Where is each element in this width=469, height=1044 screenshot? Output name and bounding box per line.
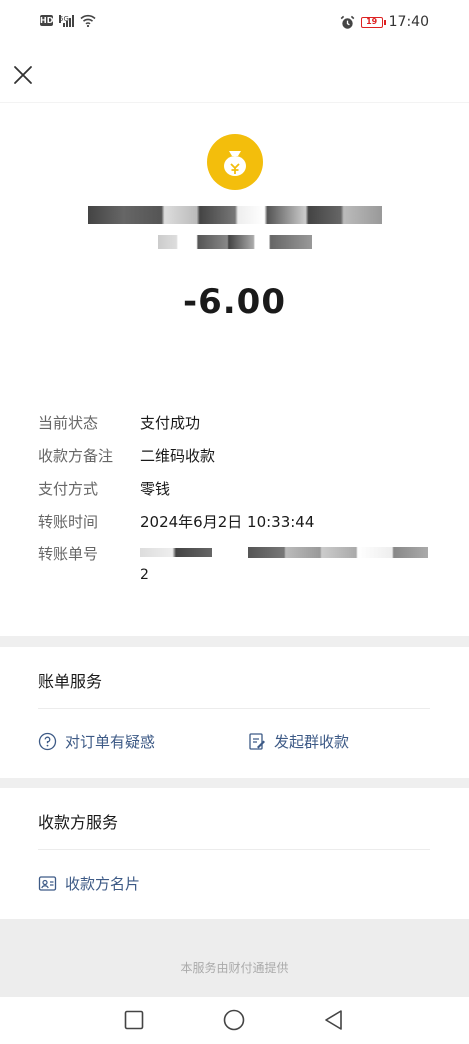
clock: 17:40 bbox=[388, 14, 429, 30]
document-edit-icon bbox=[249, 733, 265, 750]
payee-card-label: 收款方名片 bbox=[65, 875, 141, 893]
detail-label: 当前状态 bbox=[38, 414, 99, 432]
status-left: HD 5G bbox=[40, 14, 96, 27]
transaction-amount: -6.00 bbox=[183, 282, 286, 322]
payee-service-divider bbox=[38, 849, 430, 850]
status-right: 19 17:40 bbox=[340, 14, 429, 30]
order-question-link[interactable]: 对订单有疑惑 bbox=[38, 731, 155, 752]
detail-value: 支付成功 bbox=[140, 414, 201, 432]
question-icon bbox=[38, 732, 57, 751]
transfer-id-redacted-part1 bbox=[140, 548, 212, 557]
footer bbox=[0, 919, 469, 997]
back-icon[interactable] bbox=[323, 1009, 345, 1031]
money-bag-icon bbox=[224, 151, 246, 176]
battery-icon: 19 bbox=[360, 16, 386, 28]
detail-label: 转账时间 bbox=[38, 513, 99, 531]
hd-icon: HD bbox=[40, 15, 54, 26]
signal-icon: 5G bbox=[59, 14, 74, 27]
detail-label: 收款方备注 bbox=[38, 447, 114, 465]
payee-avatar[interactable] bbox=[207, 134, 263, 190]
detail-value: 2024年6月2日 10:33:44 bbox=[140, 513, 315, 531]
detail-value: 零钱 bbox=[140, 480, 171, 498]
recent-apps-icon[interactable] bbox=[124, 1010, 144, 1030]
payee-subtitle-redacted bbox=[158, 235, 312, 249]
detail-label: 支付方式 bbox=[38, 480, 99, 498]
section-gap bbox=[0, 778, 469, 788]
wifi-icon bbox=[80, 14, 96, 27]
header-divider bbox=[0, 102, 469, 103]
detail-label: 转账单号 bbox=[38, 545, 99, 563]
alarm-icon bbox=[340, 15, 354, 29]
bill-service-title: 账单服务 bbox=[38, 672, 103, 691]
group-collect-link[interactable]: 发起群收款 bbox=[248, 731, 349, 752]
transfer-id-redacted-part2 bbox=[248, 547, 428, 558]
group-collect-label: 发起群收款 bbox=[274, 733, 350, 751]
payee-service-title: 收款方服务 bbox=[38, 813, 119, 832]
home-icon[interactable] bbox=[223, 1009, 245, 1031]
section-gap bbox=[0, 636, 469, 647]
bill-service-divider bbox=[38, 708, 430, 709]
payee-card-link[interactable]: 收款方名片 bbox=[38, 873, 140, 894]
transfer-id-tail[interactable]: 2 bbox=[140, 567, 149, 583]
system-navigation-bar bbox=[0, 997, 469, 1044]
close-button[interactable] bbox=[12, 64, 34, 86]
order-question-label: 对订单有疑惑 bbox=[65, 733, 156, 751]
close-icon bbox=[14, 66, 32, 84]
contact-card-icon bbox=[38, 876, 57, 891]
status-bar: HD 5G 19 17:40 bbox=[0, 0, 469, 46]
footer-provider-text: 本服务由财付通提供 bbox=[180, 961, 289, 975]
payee-name-redacted bbox=[88, 206, 382, 224]
network-type: 5G bbox=[59, 14, 69, 23]
detail-value: 二维码收款 bbox=[140, 447, 216, 465]
